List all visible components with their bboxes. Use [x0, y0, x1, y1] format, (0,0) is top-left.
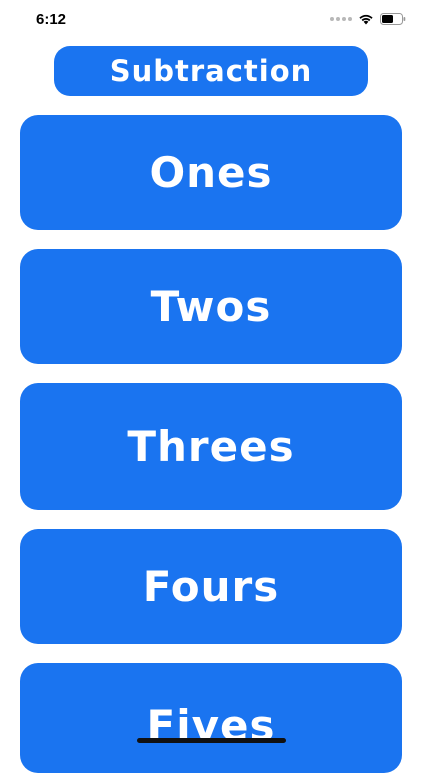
threes-button[interactable]: Threes — [20, 383, 402, 510]
home-indicator[interactable] — [137, 738, 286, 743]
status-bar: 6:12 — [0, 0, 422, 40]
page-title: Subtraction — [54, 46, 368, 96]
wifi-icon — [359, 14, 373, 25]
status-icons — [330, 13, 406, 25]
ones-button[interactable]: Ones — [20, 115, 402, 230]
twos-button[interactable]: Twos — [20, 249, 402, 364]
fours-button[interactable]: Fours — [20, 529, 402, 644]
battery-icon — [380, 13, 406, 25]
cellular-signal-icon — [330, 17, 352, 21]
status-time: 6:12 — [36, 11, 67, 28]
fives-button[interactable]: Fives — [20, 663, 402, 773]
